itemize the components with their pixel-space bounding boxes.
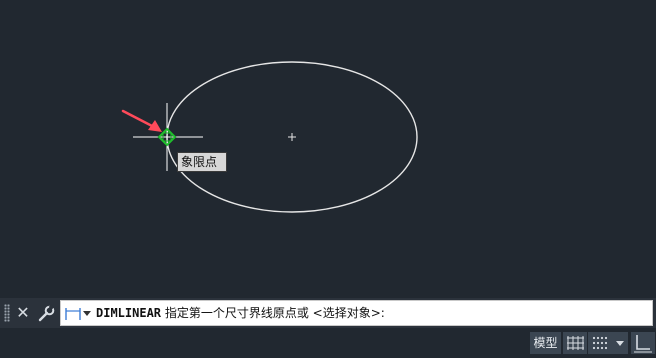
grip-handle-icon[interactable] (4, 304, 10, 322)
model-space-button[interactable]: 模型 (530, 332, 561, 354)
chevron-down-icon (616, 341, 624, 346)
dimension-linear-icon[interactable] (65, 306, 81, 325)
drawing-canvas[interactable]: 象限点 (0, 0, 656, 296)
command-name: DIMLINEAR (96, 306, 162, 320)
command-line: ✕ DIMLINEAR 指定第一个尺寸界线原点或 <选择对象>: (0, 298, 656, 328)
command-input[interactable]: DIMLINEAR 指定第一个尺寸界线原点或 <选择对象>: (60, 300, 653, 326)
close-icon[interactable]: ✕ (14, 303, 32, 323)
chevron-down-icon[interactable] (83, 311, 91, 316)
command-prompt: DIMLINEAR 指定第一个尺寸界线原点或 <选择对象>: (96, 301, 385, 325)
snap-icon[interactable] (588, 332, 612, 354)
pointer-arrow-icon (121, 109, 162, 132)
snap-dropdown-button[interactable] (612, 332, 628, 354)
wrench-icon[interactable] (37, 303, 55, 323)
command-prompt-text: 指定第一个尺寸界线原点或 <选择对象>: (161, 306, 385, 320)
status-bar: 模型 (0, 328, 656, 358)
osnap-tooltip: 象限点 (177, 152, 227, 172)
ortho-icon[interactable] (631, 332, 655, 354)
drawing-svg (121, 61, 418, 213)
ellipse-center-mark (288, 133, 296, 141)
grid-icon[interactable] (563, 332, 587, 354)
autocad-window: 象限点 ✕ DIMLINEAR 指定第一个尺寸界线原点或 <选择对象>: 模型 (0, 0, 656, 358)
